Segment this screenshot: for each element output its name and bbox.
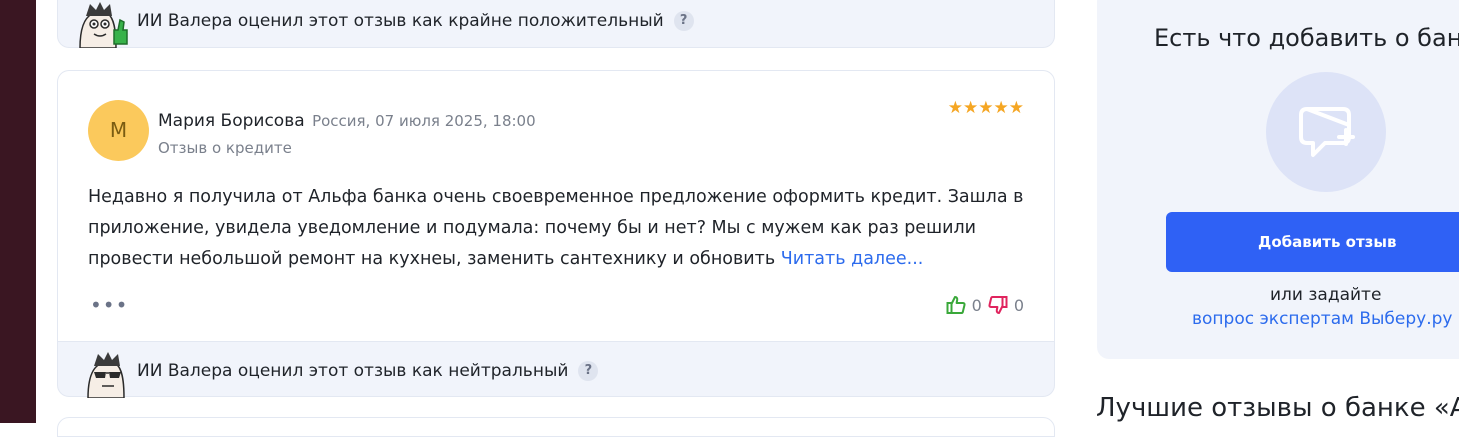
next-review-card [57, 417, 1055, 437]
dislikes-count: 0 [1013, 295, 1024, 315]
thumbs-down-icon[interactable] [988, 295, 1008, 315]
more-options-button[interactable]: ••• [90, 293, 128, 317]
ai-verdict-text: ИИ Валера оценил этот отзыв как нейтраль… [137, 361, 599, 381]
add-review-illustration [1266, 72, 1386, 192]
ai-verdict-label: ИИ Валера оценил этот отзыв как крайне п… [137, 11, 664, 31]
mascot-thumbs-up-icon [79, 2, 128, 48]
avatar: М [88, 100, 149, 161]
thumbs-up-icon[interactable] [946, 295, 966, 315]
mascot-sunglasses-icon [87, 352, 125, 398]
left-edge-strip [0, 0, 36, 423]
review-text: Недавно я получила от Альфа банка очень … [88, 182, 1038, 275]
sidebar-title: Есть что добавить о бан [1154, 24, 1459, 52]
ai-verdict-bar-top: ИИ Валера оценил этот отзыв как крайне п… [57, 0, 1055, 48]
likes-count: 0 [971, 295, 982, 315]
add-review-sidebar: Есть что добавить о бан Добавить отзыв и… [1097, 0, 1459, 359]
review-author-line: Мария Борисова Россия, 07 июля 2025, 18:… [158, 111, 536, 131]
review-meta: Россия, 07 июля 2025, 18:00 [312, 112, 536, 130]
best-reviews-title: Лучшие отзывы о банке «А [1096, 393, 1459, 423]
add-review-button[interactable]: Добавить отзыв [1166, 212, 1459, 272]
author-name[interactable]: Мария Борисова [158, 111, 305, 131]
review-card: М Мария Борисова Россия, 07 июля 2025, 1… [57, 70, 1055, 342]
ai-verdict-label: ИИ Валера оценил этот отзыв как нейтраль… [137, 361, 569, 381]
read-more-link[interactable]: Читать далее... [781, 249, 924, 269]
chat-plus-icon [1299, 107, 1355, 157]
help-icon[interactable]: ? [578, 361, 599, 381]
review-subject: Отзыв о кредите [158, 139, 292, 157]
help-icon[interactable]: ? [673, 11, 694, 31]
vote-controls: 0 0 [946, 295, 1024, 315]
rating-stars: ★★★★★ [947, 98, 1024, 118]
ai-verdict-bar-bottom: ИИ Валера оценил этот отзыв как нейтраль… [57, 341, 1055, 398]
ask-experts-link[interactable]: вопрос экспертам Выберу.ру [1192, 309, 1452, 329]
ai-verdict-text: ИИ Валера оценил этот отзыв как крайне п… [137, 11, 694, 31]
or-ask-text: или задайте [1270, 285, 1382, 305]
